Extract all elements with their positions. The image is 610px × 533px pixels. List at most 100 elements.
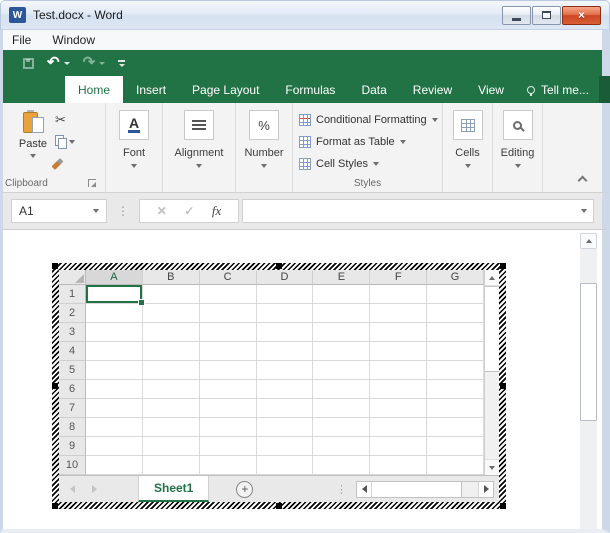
cells-dropdown-icon[interactable] [465,164,471,168]
cell-g6[interactable] [427,380,484,399]
cell-e3[interactable] [313,323,370,342]
cell-a2[interactable] [86,304,143,323]
undo-button[interactable]: ↶ [47,56,70,70]
cell-a9[interactable] [86,437,143,456]
collapse-ribbon-icon[interactable] [578,176,588,186]
cell-b1[interactable] [143,285,200,304]
cell-e10[interactable] [313,456,370,475]
alignment-dropdown-icon[interactable] [196,164,202,168]
cell-f2[interactable] [370,304,427,323]
cell-c9[interactable] [200,437,257,456]
cell-d6[interactable] [257,380,314,399]
resize-handle[interactable] [52,503,58,509]
formula-bar-drag-handle[interactable]: ⋮ [117,204,129,218]
cell-g3[interactable] [427,323,484,342]
next-sheet-icon[interactable] [92,485,97,493]
embedded-excel-object[interactable]: ABCDEFG 12345678910 Sheet1 [52,263,506,509]
row-header-2[interactable]: 2 [59,304,86,323]
cell-d8[interactable] [257,418,314,437]
cell-b3[interactable] [143,323,200,342]
cell-b5[interactable] [143,361,200,380]
cell-a1[interactable] [86,285,143,304]
cell-c1[interactable] [200,285,257,304]
alignment-group-button[interactable]: Alignment [163,103,236,192]
cell-f6[interactable] [370,380,427,399]
column-header-d[interactable]: D [257,270,314,285]
copy-dropdown-icon[interactable] [69,140,75,144]
cell-g4[interactable] [427,342,484,361]
cell-d10[interactable] [257,456,314,475]
cell-c7[interactable] [200,399,257,418]
cancel-entry-icon[interactable]: ✕ [157,204,167,218]
cell-g5[interactable] [427,361,484,380]
cell-f10[interactable] [370,456,427,475]
cell-c10[interactable] [200,456,257,475]
cell-d5[interactable] [257,361,314,380]
prev-sheet-icon[interactable] [70,485,75,493]
sheet-horizontal-scrollbar[interactable] [356,481,494,498]
cell-b9[interactable] [143,437,200,456]
editing-dropdown-icon[interactable] [515,164,521,168]
cell-g1[interactable] [427,285,484,304]
resize-handle[interactable] [52,263,58,269]
row-header-1[interactable]: 1 [59,285,86,304]
tab-home[interactable]: Home [65,76,123,103]
row-header-4[interactable]: 4 [59,342,86,361]
number-group-button[interactable]: % Number [236,103,293,192]
row-header-3[interactable]: 3 [59,323,86,342]
cell-f1[interactable] [370,285,427,304]
tab-formulas[interactable]: Formulas [272,76,348,103]
paste-dropdown-icon[interactable] [30,154,36,158]
row-header-8[interactable]: 8 [59,418,86,437]
row-header-9[interactable]: 9 [59,437,86,456]
redo-dropdown-icon[interactable] [99,62,105,65]
resize-handle[interactable] [276,263,282,269]
cell-c6[interactable] [200,380,257,399]
column-header-f[interactable]: F [370,270,427,285]
sheet-vertical-scrollbar[interactable] [484,270,499,475]
cell-styles-button[interactable]: Cell Styles [299,153,438,175]
conditional-formatting-dropdown-icon[interactable] [432,118,438,122]
scroll-down-button[interactable] [485,459,499,475]
copy-button[interactable] [55,134,75,149]
cell-d1[interactable] [257,285,314,304]
row-header-7[interactable]: 7 [59,399,86,418]
format-painter-button[interactable] [55,156,75,171]
column-header-c[interactable]: C [200,270,257,285]
document-vertical-scrollbar[interactable] [580,233,597,529]
cell-e4[interactable] [313,342,370,361]
column-header-b[interactable]: B [143,270,200,285]
cell-f7[interactable] [370,399,427,418]
cut-button[interactable]: ✂ [55,112,75,127]
cell-e6[interactable] [313,380,370,399]
maximize-button[interactable] [532,6,561,25]
formula-input[interactable] [242,199,594,223]
cell-g8[interactable] [427,418,484,437]
confirm-entry-icon[interactable]: ✓ [184,204,194,218]
row-header-6[interactable]: 6 [59,380,86,399]
menu-item-file[interactable]: File [12,33,31,47]
cell-d2[interactable] [257,304,314,323]
number-dropdown-icon[interactable] [261,164,267,168]
resize-handle[interactable] [276,503,282,509]
save-button[interactable] [23,58,34,69]
minimize-button[interactable] [502,6,531,25]
cell-f8[interactable] [370,418,427,437]
cell-b2[interactable] [143,304,200,323]
cell-d7[interactable] [257,399,314,418]
tab-page-layout[interactable]: Page Layout [179,76,272,103]
title-bar[interactable]: W Test.docx - Word × [0,0,610,30]
cell-e5[interactable] [313,361,370,380]
column-header-e[interactable]: E [313,270,370,285]
resize-handle[interactable] [500,503,506,509]
share-button[interactable]: Share [599,76,610,103]
clipboard-dialog-launcher-icon[interactable] [88,179,96,187]
vertical-scroll-thumb[interactable] [485,286,499,372]
redo-button[interactable]: ↷ [83,56,106,70]
format-as-table-dropdown-icon[interactable] [400,140,406,144]
tell-me-button[interactable]: Tell me... [517,76,599,103]
cell-g9[interactable] [427,437,484,456]
cell-b4[interactable] [143,342,200,361]
tab-data[interactable]: Data [348,76,399,103]
cell-b6[interactable] [143,380,200,399]
